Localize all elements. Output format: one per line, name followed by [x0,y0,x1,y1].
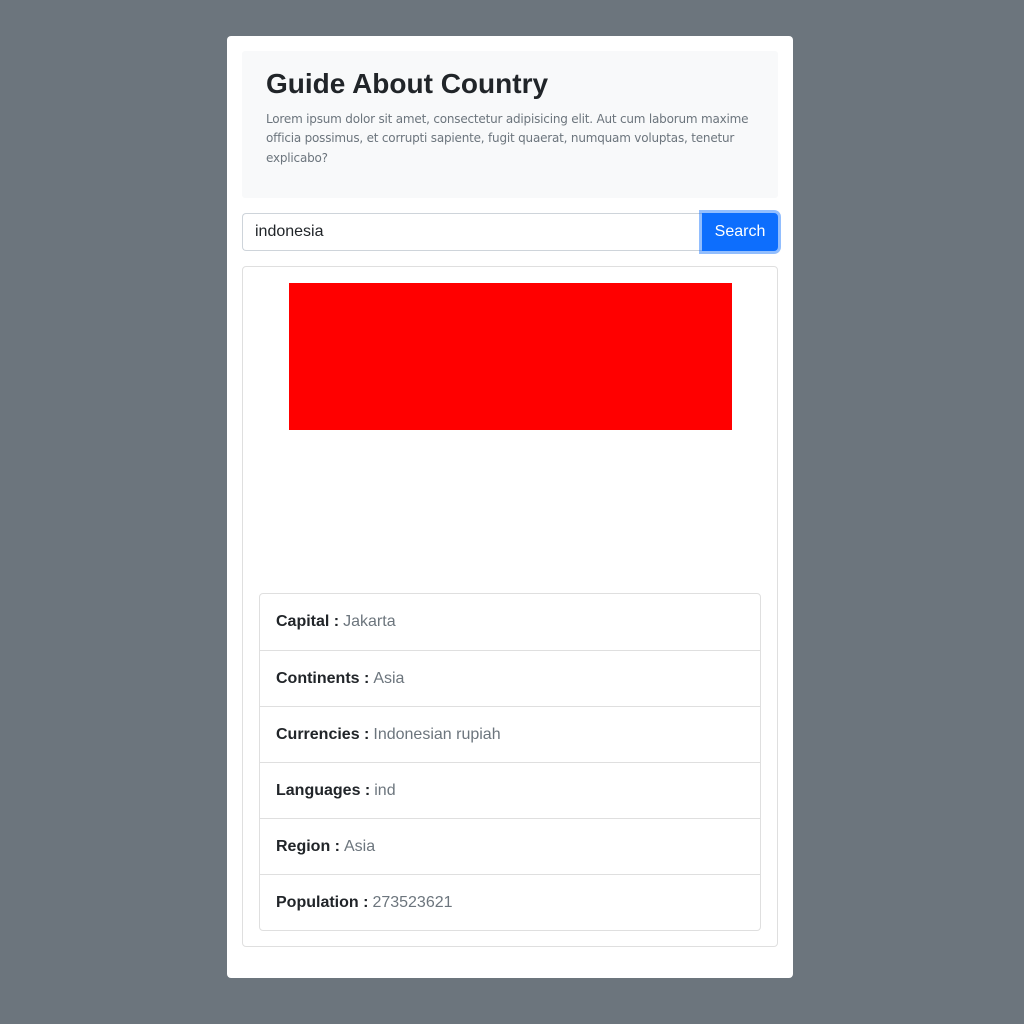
search-button[interactable]: Search [702,213,778,251]
country-flag-image [288,283,732,578]
detail-value: Jakarta [343,613,396,630]
page-title: Guide About Country [266,68,549,99]
detail-value: 273523621 [372,893,453,911]
detail-label: Population : [276,893,369,911]
detail-label: Languages : [276,781,371,799]
header-jumbotron: Guide About Country Lorem ipsum dolor si… [242,51,778,198]
detail-languages: Languages : ind [260,762,760,818]
detail-value: Asia [344,837,376,855]
main-container: Guide About Country Lorem ipsum dolor si… [227,36,793,978]
detail-population: Population : 273523621 [260,874,760,930]
detail-value: Indonesian rupiah [373,725,501,743]
detail-currencies: Currencies : Indonesian rupiah [260,706,760,762]
detail-label: Region : [276,837,340,855]
search-bar: Search [242,213,778,251]
flag-bottom-band [288,430,732,578]
detail-value: ind [374,781,396,799]
country-card: Capital : Jakarta Continents : Asia Curr… [242,266,778,947]
detail-label: Continents : [276,669,370,687]
page-description: Lorem ipsum dolor sit amet, consectetur … [266,111,749,165]
detail-value: Asia [373,669,405,687]
flag-top-band [288,283,732,430]
search-input[interactable] [242,213,702,251]
detail-region: Region : Asia [260,818,760,874]
detail-label: Currencies : [276,725,370,743]
detail-continents: Continents : Asia [260,650,760,706]
country-details-list: Capital : Jakarta Continents : Asia Curr… [259,593,761,931]
detail-label: Capital : [276,613,340,630]
detail-capital: Capital : Jakarta [260,594,760,650]
